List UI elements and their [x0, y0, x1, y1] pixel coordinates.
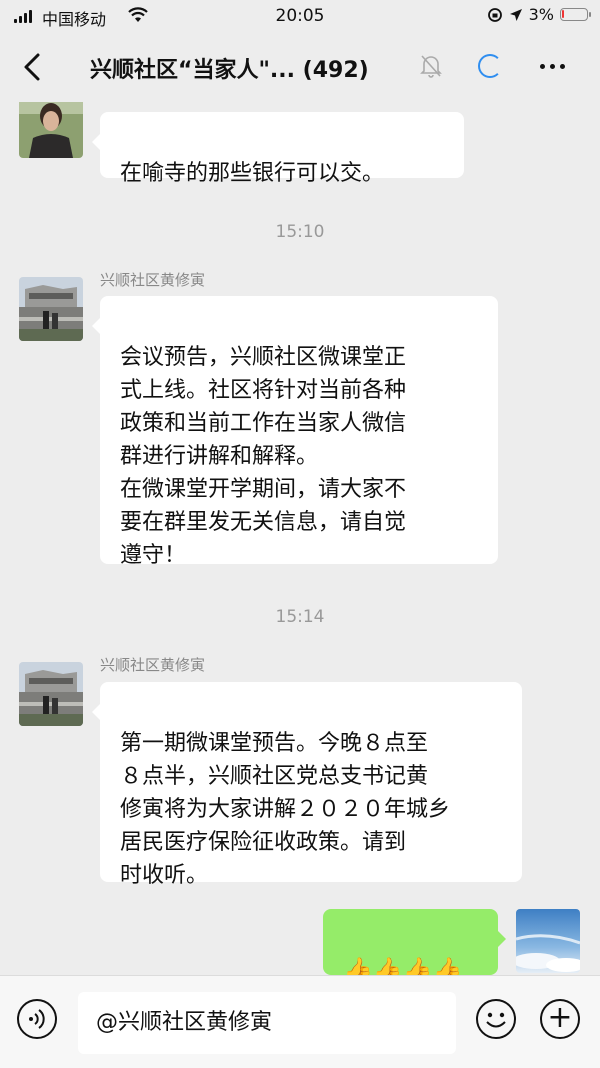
- message-bubble[interactable]: 在喻寺的那些银行可以交。: [92, 112, 464, 186]
- emoji-icon[interactable]: [476, 999, 516, 1039]
- back-chevron-icon[interactable]: [22, 52, 42, 82]
- message-input[interactable]: @兴顺社区黄修寅: [78, 992, 456, 1054]
- more-dots-icon[interactable]: [540, 64, 565, 69]
- timestamp: 15:14: [275, 607, 325, 627]
- avatar[interactable]: [19, 277, 83, 341]
- my-avatar[interactable]: [516, 909, 580, 973]
- message-bubble[interactable]: 会议预告，兴顺社区微课堂正 式上线。社区将针对当前各种 政策和当前工作在当家人微…: [92, 296, 498, 568]
- message-text: 第一期微课堂预告。今晚８点至 ８点半，兴顺社区党总支书记黄 修寅将为大家讲解２０…: [120, 731, 451, 888]
- avatar[interactable]: [19, 662, 83, 726]
- orientation-lock-icon: [487, 7, 502, 22]
- nav-bar: 兴顺社区“当家人"... (492): [0, 32, 600, 102]
- outgoing-message-bubble[interactable]: 👍👍👍👍: [323, 909, 506, 975]
- message-text: 在喻寺的那些银行可以交。: [120, 161, 385, 186]
- message-text: 会议预告，兴顺社区微课堂正 式上线。社区将针对当前各种 政策和当前工作在当家人微…: [120, 345, 407, 568]
- loading-circle-icon: [478, 54, 502, 78]
- voice-icon[interactable]: [17, 999, 57, 1039]
- avatar[interactable]: [19, 102, 83, 158]
- plus-icon[interactable]: +: [540, 999, 580, 1039]
- status-bar: 中国移动 20:05 3%: [0, 0, 600, 32]
- message-text: 👍👍👍👍: [343, 956, 463, 975]
- battery-percent: 3%: [528, 5, 554, 24]
- chat-area[interactable]: 在喻寺的那些银行可以交。 15:10 兴顺社区黄修寅 会议预告，兴顺社区微课堂正…: [0, 102, 600, 975]
- sender-name: 兴顺社区黄修寅: [100, 656, 206, 674]
- chat-title: 兴顺社区“当家人"... (492): [90, 58, 369, 83]
- timestamp: 15:10: [275, 222, 325, 242]
- message-bubble[interactable]: 第一期微课堂预告。今晚８点至 ８点半，兴顺社区党总支书记黄 修寅将为大家讲解２０…: [92, 682, 522, 888]
- sender-name: 兴顺社区黄修寅: [100, 271, 206, 289]
- battery-icon: [560, 8, 591, 21]
- location-icon: [509, 8, 522, 21]
- muted-bell-icon: [420, 55, 442, 78]
- input-bar: @兴顺社区黄修寅 +: [0, 975, 600, 1068]
